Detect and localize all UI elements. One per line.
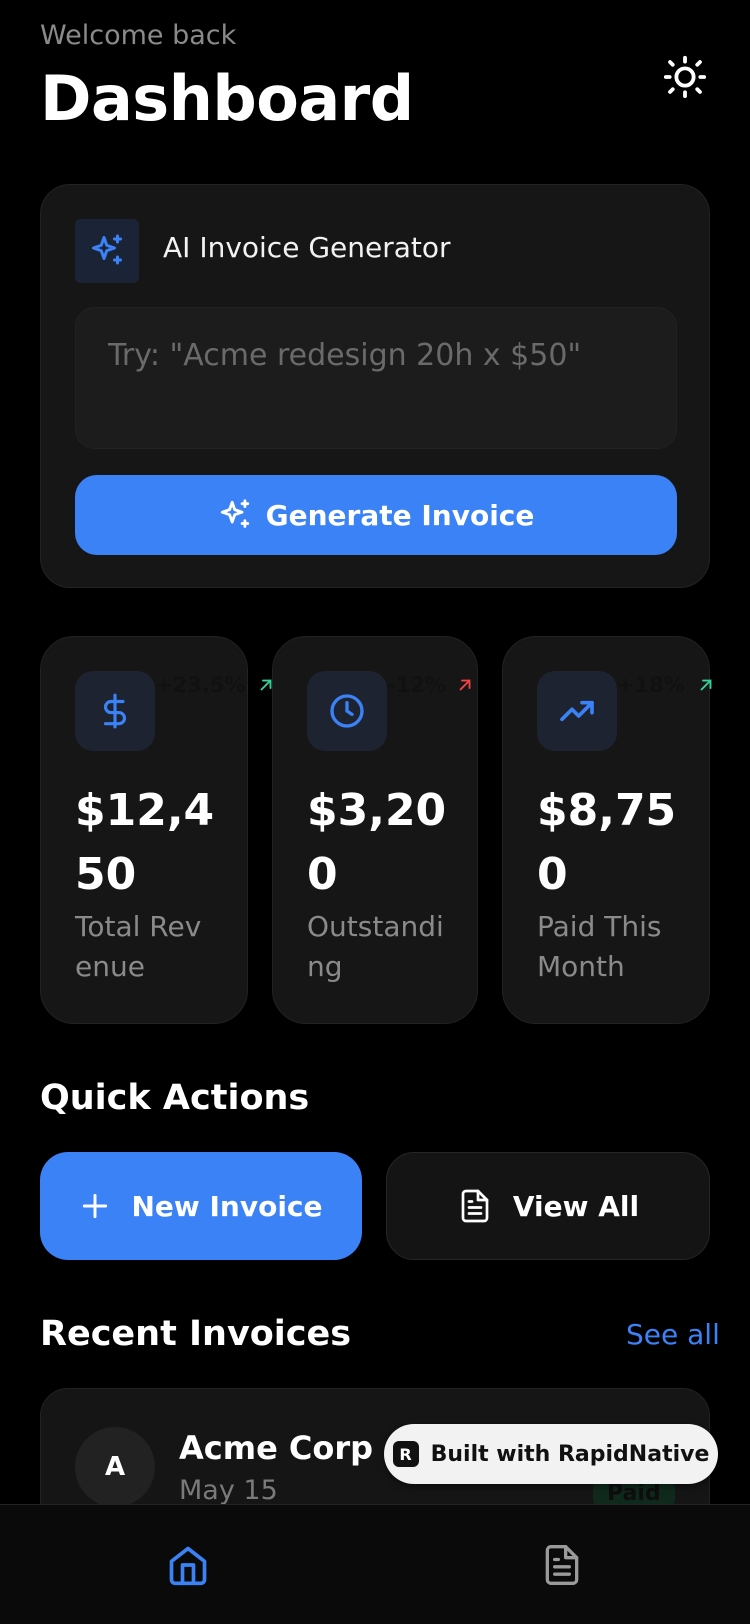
stat-change: +23.5%	[155, 673, 275, 697]
page-title: Dashboard	[40, 62, 414, 135]
trending-up-icon	[560, 700, 594, 722]
recent-invoices-title: Recent Invoices	[40, 1314, 352, 1354]
quick-actions-title: Quick Actions	[40, 1078, 310, 1118]
ai-generator-card: AI Invoice Generator Generate Invoice	[40, 184, 710, 588]
sparkles-icon	[92, 234, 122, 265]
welcome-text: Welcome back	[40, 20, 237, 51]
stat-change-value: +18%	[617, 673, 685, 697]
stat-change: -12%	[387, 673, 474, 697]
see-all-link[interactable]: See all	[626, 1318, 720, 1351]
stat-value: $8,750	[537, 785, 677, 900]
invoice-date: May 15	[179, 1475, 278, 1506]
tab-home[interactable]	[160, 1537, 216, 1593]
stat-value: $12,450	[75, 785, 215, 900]
stat-card-outstanding[interactable]: -12% $3,200 Outstanding	[272, 636, 478, 1024]
stat-change: +18%	[617, 673, 715, 697]
stat-card-paid-this-month[interactable]: +18% $8,750 Paid This Month	[502, 636, 712, 1024]
dollar-icon	[103, 693, 126, 729]
new-invoice-button[interactable]: New Invoice	[40, 1152, 362, 1260]
view-all-button[interactable]: View All	[386, 1152, 710, 1260]
home-icon	[169, 1546, 207, 1586]
stat-change-value: -12%	[387, 673, 446, 697]
stat-icon-box	[75, 671, 155, 751]
stat-icon-box	[307, 671, 387, 751]
invoice-client-name: Acme Corp	[179, 1429, 374, 1467]
view-all-label: View All	[512, 1189, 640, 1223]
arrow-up-right-icon	[459, 679, 471, 691]
bottom-tab-bar	[0, 1504, 750, 1624]
tab-invoices[interactable]	[534, 1537, 590, 1593]
stat-icon-box	[537, 671, 617, 751]
plus-icon	[83, 1193, 108, 1219]
rapidnative-badge[interactable]: R Built with RapidNative	[384, 1424, 718, 1484]
rapidnative-logo: R	[392, 1441, 419, 1467]
stat-label: Outstanding	[307, 910, 444, 983]
theme-toggle-button[interactable]	[660, 52, 710, 102]
ai-prompt-input[interactable]	[75, 307, 677, 449]
document-icon	[545, 1545, 579, 1585]
stat-value: $3,200	[307, 785, 447, 900]
sparkles-icon	[220, 499, 249, 528]
avatar: A	[75, 1427, 155, 1507]
generate-invoice-label: Generate Invoice	[265, 498, 535, 532]
clock-icon	[330, 694, 364, 728]
stat-label: Total Revenue	[75, 910, 202, 983]
stat-change-value: +23.5%	[155, 673, 246, 697]
sun-icon	[663, 55, 707, 99]
ai-generator-title: AI Invoice Generator	[163, 231, 451, 264]
stat-label: Paid This Month	[537, 910, 662, 983]
generate-invoice-button[interactable]: Generate Invoice	[75, 475, 677, 555]
new-invoice-label: New Invoice	[131, 1189, 323, 1223]
stat-card-total-revenue[interactable]: +23.5% $12,450 Total Revenue	[40, 636, 272, 1024]
ai-icon-box	[75, 219, 139, 283]
rapidnative-badge-text: Built with RapidNative	[430, 1441, 710, 1467]
arrow-up-right-icon	[700, 679, 712, 691]
document-icon	[461, 1189, 489, 1223]
